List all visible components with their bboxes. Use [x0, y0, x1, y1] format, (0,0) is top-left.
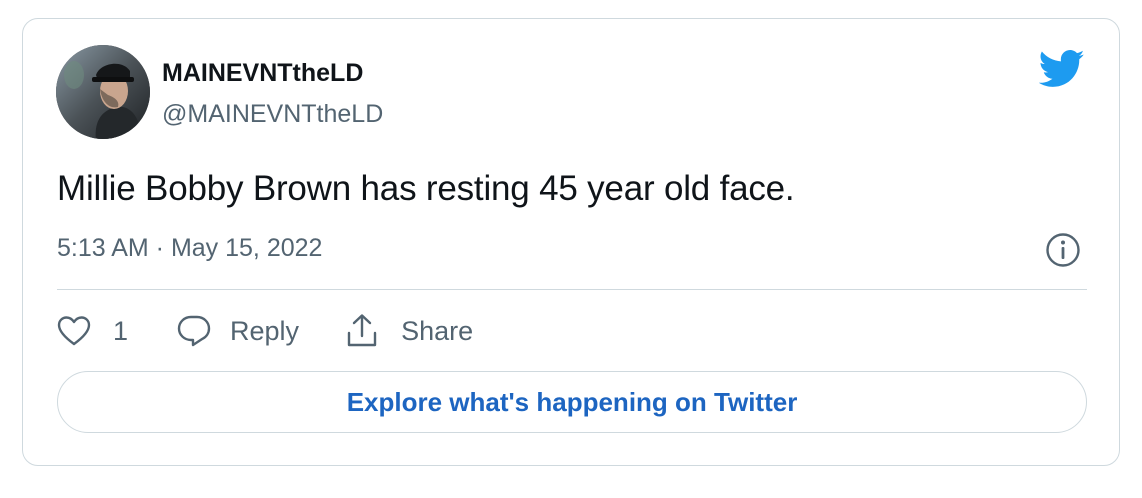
- tweet-text: Millie Bobby Brown has resting 45 year o…: [57, 169, 795, 208]
- tweet-card: MAINEVNTtheLD @MAINEVNTtheLD Millie Bobb…: [22, 18, 1120, 466]
- share-upload-icon: [347, 314, 377, 347]
- avatar-photo: [56, 45, 150, 139]
- reply-label: Reply: [230, 315, 300, 346]
- share-button[interactable]: Share: [345, 313, 473, 349]
- info-icon[interactable]: [1045, 232, 1081, 268]
- twitter-bird-icon[interactable]: [1038, 49, 1085, 89]
- like-button[interactable]: 1: [57, 315, 128, 347]
- divider: [57, 289, 1087, 290]
- reply-button[interactable]: Reply: [176, 314, 299, 348]
- avatar[interactable]: [56, 45, 150, 139]
- reply-bubble-icon: [177, 315, 211, 347]
- heart-icon: [57, 316, 91, 346]
- tweet-timestamp[interactable]: 5:13 AM · May 15, 2022: [57, 234, 322, 263]
- explore-twitter-button[interactable]: Explore what's happening on Twitter: [57, 371, 1087, 433]
- like-count: 1: [113, 315, 129, 346]
- author-handle[interactable]: @MAINEVNTtheLD: [162, 100, 383, 129]
- share-label: Share: [401, 315, 474, 346]
- explore-label: Explore what's happening on Twitter: [346, 386, 798, 417]
- author-display-name[interactable]: MAINEVNTtheLD: [162, 59, 363, 88]
- tweet-actions: 1 Reply Share: [57, 309, 473, 353]
